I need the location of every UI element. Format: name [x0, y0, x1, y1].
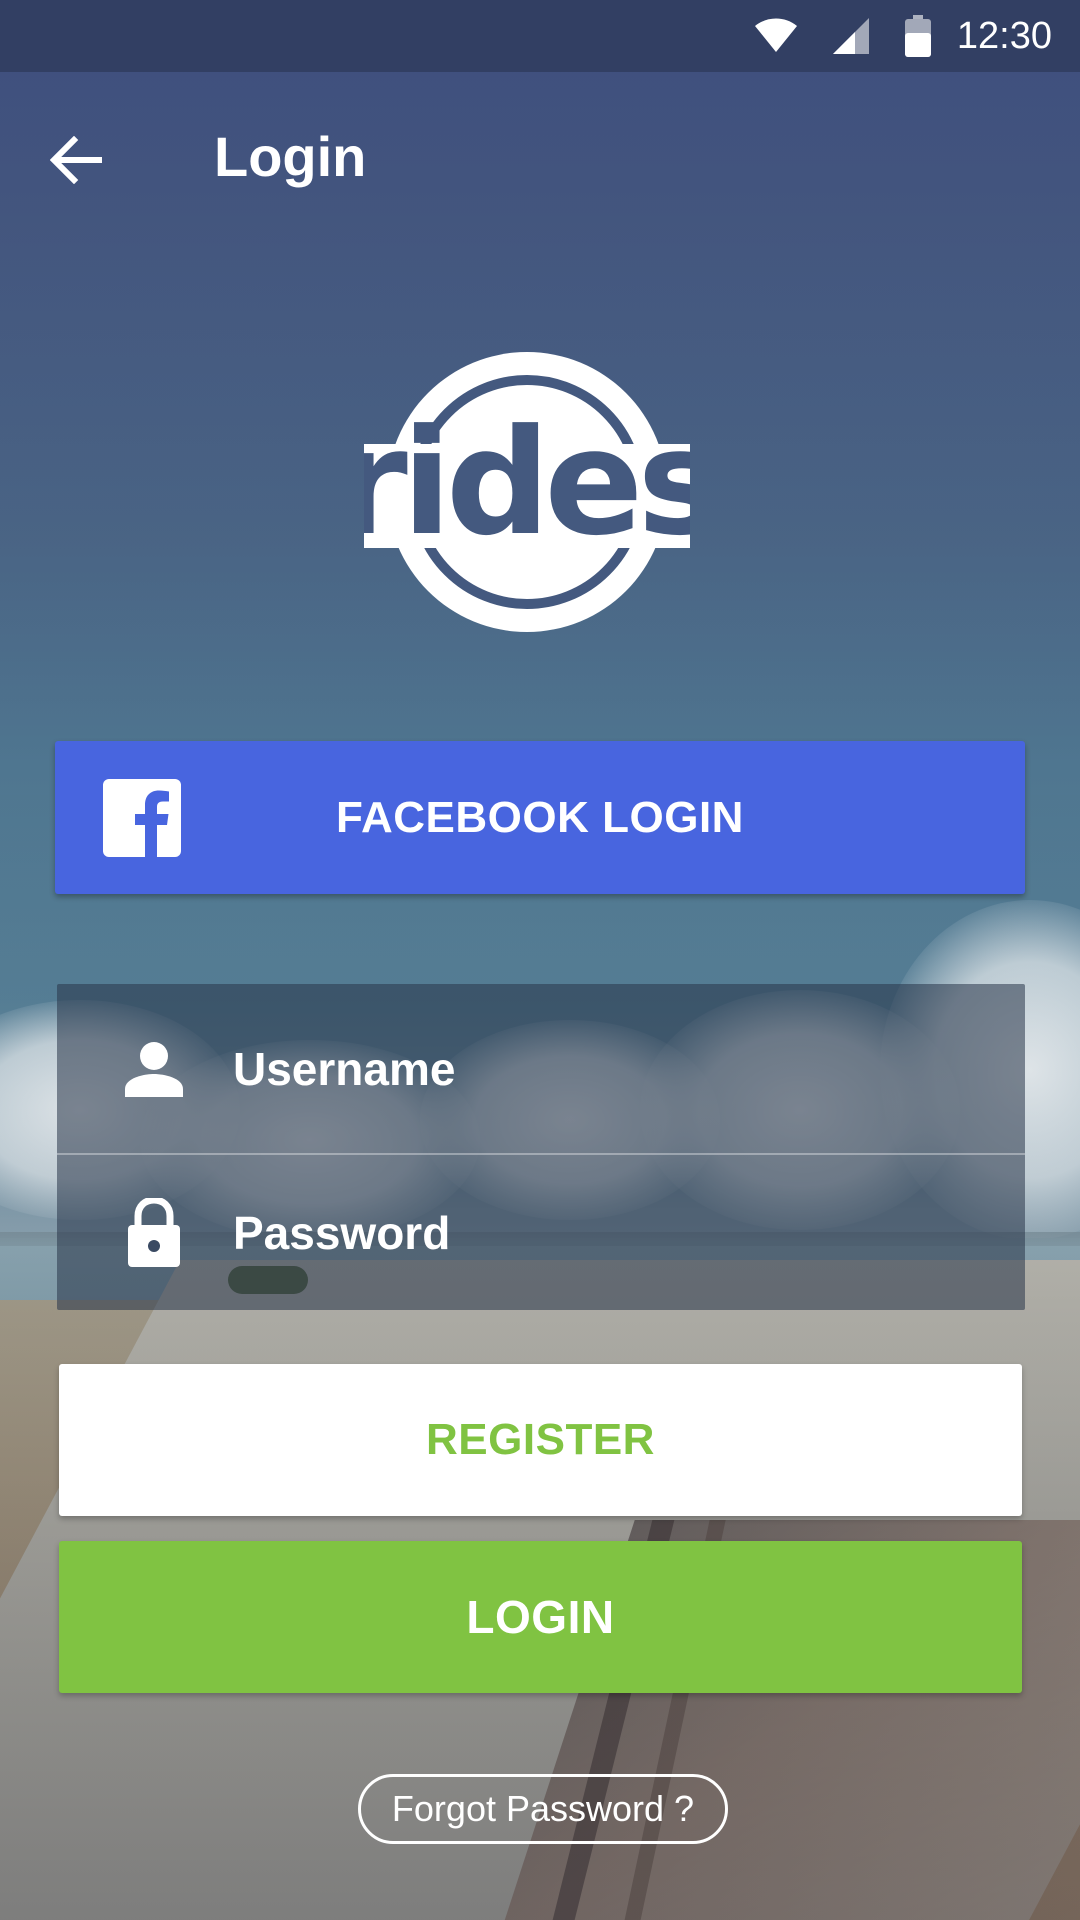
forgot-password-label: Forgot Password ?: [391, 1788, 695, 1829]
register-button[interactable]: REGISTER: [59, 1364, 1022, 1516]
rides-logo: rides: [336, 348, 724, 636]
facebook-icon: [103, 779, 181, 857]
status-bar: 12:30: [0, 0, 1080, 72]
register-label: REGISTER: [426, 1415, 655, 1464]
status-time: 12:30: [956, 14, 1052, 57]
password-input[interactable]: [233, 1192, 993, 1273]
page-title: Login: [214, 125, 367, 188]
battery-icon: [904, 15, 931, 57]
login-label: LOGIN: [466, 1591, 615, 1643]
password-row: [57, 1155, 1025, 1310]
app-bar: Login: [0, 72, 1080, 240]
login-screen: 12:30 Login rides FACEBOOK LOGIN Usernam…: [0, 0, 1080, 1920]
facebook-login-label: FACEBOOK LOGIN: [336, 792, 744, 842]
back-button[interactable]: [44, 128, 108, 192]
login-button[interactable]: LOGIN: [59, 1541, 1022, 1693]
forgot-password-link[interactable]: Forgot Password ?: [358, 1774, 728, 1844]
login-form: [57, 984, 1025, 1310]
username-row: [57, 984, 1025, 1155]
wifi-icon: [754, 18, 797, 54]
cell-signal-icon: [832, 18, 869, 54]
person-icon: [123, 1038, 185, 1100]
logo-text: rides: [364, 398, 690, 568]
lock-icon: [123, 1197, 185, 1267]
facebook-login-button[interactable]: FACEBOOK LOGIN: [55, 741, 1025, 894]
arrow-back-icon: [50, 136, 102, 184]
username-input[interactable]: [233, 1028, 993, 1109]
